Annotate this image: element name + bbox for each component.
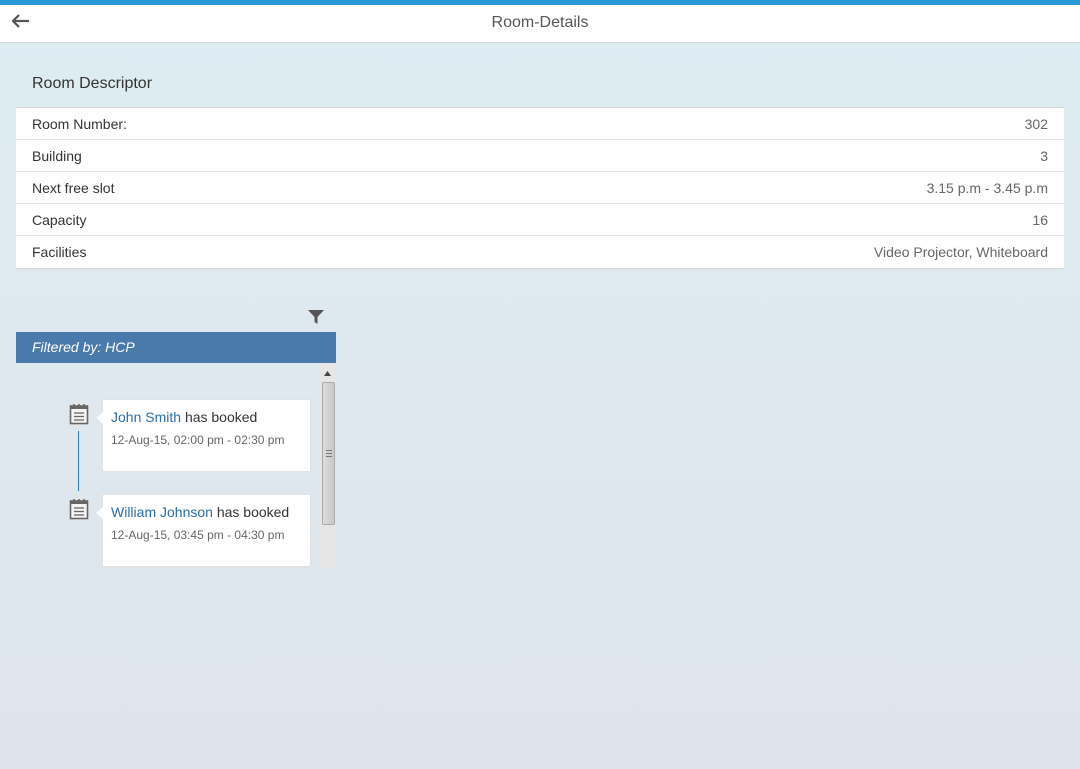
timeline-item-title: John Smith has booked — [111, 409, 302, 425]
descriptor-row-room-number: Room Number: 302 — [16, 108, 1064, 140]
row-value: 16 — [1032, 211, 1048, 228]
row-label: Next free slot — [32, 179, 115, 196]
row-value: 3 — [1040, 147, 1048, 164]
timeline-action: has booked — [184, 409, 258, 425]
page-header: Room-Details — [0, 5, 1080, 43]
grip-icon — [325, 450, 332, 457]
scroll-up-button[interactable] — [319, 363, 336, 380]
row-label: Capacity — [32, 211, 87, 228]
descriptor-row-capacity: Capacity 16 — [16, 204, 1064, 236]
person-link[interactable]: John Smith — [111, 409, 181, 425]
row-label: Building — [32, 147, 82, 164]
filter-button[interactable] — [306, 307, 326, 327]
timeline-item-time: 12-Aug-15, 03:45 pm - 04:30 pm — [111, 528, 285, 542]
timeline-action: has booked — [216, 504, 290, 520]
filter-icon — [306, 310, 326, 331]
calendar-icon — [69, 403, 89, 425]
filter-info-bar: Filtered by: HCP — [16, 332, 336, 363]
descriptor-list: Room Number: 302 Building 3 Next free sl… — [16, 107, 1064, 269]
timeline-item: John Smith has booked 12-Aug-15, 02:00 p… — [96, 399, 311, 472]
row-label: Room Number: — [32, 115, 127, 132]
room-descriptor-panel: Room Descriptor Room Number: 302 Buildin… — [16, 60, 1064, 269]
timeline-item-time: 12-Aug-15, 02:00 pm - 02:30 pm — [111, 433, 285, 447]
calendar-icon — [69, 498, 89, 520]
booking-timeline: John Smith has booked 12-Aug-15, 02:00 p… — [16, 363, 336, 567]
caret-up-icon — [324, 363, 331, 381]
row-label: Facilities — [32, 244, 87, 260]
descriptor-title: Room Descriptor — [32, 75, 153, 92]
descriptor-row-next-free-slot: Next free slot 3.15 p.m - 3.45 p.m — [16, 172, 1064, 204]
timeline-item: William Johnson has booked 12-Aug-15, 03… — [96, 494, 311, 567]
person-link[interactable]: William Johnson — [111, 504, 213, 520]
timeline-item-title: William Johnson has booked — [111, 504, 302, 520]
timeline-connector — [78, 431, 79, 491]
descriptor-row-facilities: Facilities Video Projector, Whiteboard — [16, 236, 1064, 268]
descriptor-row-building: Building 3 — [16, 140, 1064, 172]
timeline-scrollbar[interactable] — [319, 363, 336, 567]
row-value: 302 — [1024, 115, 1048, 132]
page-title: Room-Details — [491, 14, 589, 31]
scroll-thumb[interactable] — [322, 382, 335, 525]
row-value: 3.15 p.m - 3.45 p.m — [926, 179, 1048, 196]
row-value: Video Projector, Whiteboard — [873, 244, 1048, 260]
